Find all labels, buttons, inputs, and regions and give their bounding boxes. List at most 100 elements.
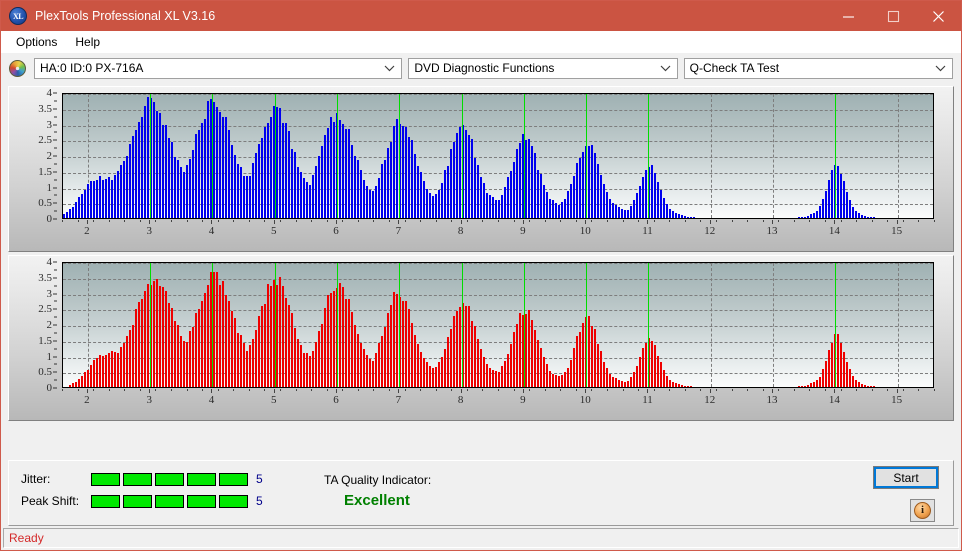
x-axis-minor-tick: [731, 220, 733, 222]
chart-bar: [267, 122, 269, 218]
y-axis-minor-tick: [54, 300, 57, 302]
chart-bar: [615, 205, 617, 218]
chart-bar: [411, 139, 413, 218]
chart-bar: [72, 206, 74, 218]
y-axis-minor-tick: [54, 179, 57, 181]
chart-bar: [189, 158, 191, 218]
function-select[interactable]: DVD Diagnostic Functions: [408, 57, 678, 79]
x-axis-minor-tick: [560, 220, 562, 222]
chart-bar: [801, 386, 803, 387]
chart-bar: [501, 365, 503, 387]
x-axis-minor-tick: [311, 389, 313, 391]
y-axis-tick-label: 3: [46, 118, 53, 131]
x-axis-tick-label: 15: [891, 225, 903, 237]
chart-bar: [666, 203, 668, 218]
chart-bar: [672, 211, 674, 218]
y-axis-minor-tick: [54, 124, 57, 125]
chart-bar: [816, 380, 818, 387]
chart-bar: [165, 124, 167, 218]
chart-bar: [822, 199, 824, 218]
x-axis-minor-tick: [171, 220, 172, 222]
y-axis-minor-tick: [54, 261, 57, 263]
chart-bar: [240, 335, 242, 387]
drive-select[interactable]: HA:0 ID:0 PX-716A: [34, 57, 403, 79]
chart-bar: [393, 126, 395, 218]
chart-bar: [480, 349, 482, 387]
chart-bar: [315, 341, 317, 387]
chart-bar: [420, 351, 422, 387]
chart-bar: [186, 342, 188, 387]
y-axis-minor-tick: [54, 171, 57, 173]
chart-bar: [657, 181, 659, 218]
chart-bar: [417, 343, 419, 387]
chart-bar: [69, 209, 71, 218]
chart-bar: [600, 174, 602, 218]
close-icon[interactable]: [916, 1, 961, 31]
y-axis-tick-label: 0.5: [38, 197, 52, 210]
chart-bar: [489, 368, 491, 387]
chart-bar: [540, 174, 542, 218]
chart-bar: [678, 214, 680, 218]
chart-bar: [606, 367, 608, 387]
meter-block: [155, 494, 184, 508]
chart-bar: [201, 300, 203, 387]
chart-bar: [465, 130, 467, 218]
chart-bar: [468, 305, 470, 387]
chart-bar: [138, 121, 140, 218]
chart-bar: [99, 354, 101, 387]
chart-bar: [858, 213, 860, 218]
chart-bar: [429, 365, 431, 387]
chart-bar: [207, 100, 209, 218]
y-axis-minor-tick: [54, 210, 57, 212]
chart-bar: [333, 290, 335, 387]
chart-bar: [642, 176, 644, 218]
chart-bar: [84, 372, 86, 387]
maximize-icon[interactable]: [871, 1, 916, 31]
chart-bar: [234, 154, 236, 218]
chart-bar: [297, 166, 299, 218]
chart-bar: [603, 184, 605, 218]
y-axis-minor-tick: [54, 324, 57, 326]
chart-bar: [171, 142, 173, 218]
test-select[interactable]: Q-Check TA Test: [683, 57, 953, 79]
x-axis-tick: [585, 389, 587, 393]
x-axis-tick-label: 10: [579, 394, 591, 406]
chart-bar: [525, 314, 527, 387]
chart-bar: [669, 208, 671, 218]
chart-bar: [390, 141, 392, 218]
x-axis-minor-tick: [575, 220, 577, 222]
chart-bar: [543, 356, 545, 387]
chart-bar: [174, 157, 176, 218]
menu-item-options[interactable]: Options: [7, 33, 66, 51]
minimize-icon[interactable]: [826, 1, 871, 31]
jitter-label: Jitter:: [21, 472, 51, 486]
chart-bar: [456, 310, 458, 387]
x-axis-minor-tick: [887, 389, 889, 391]
start-button[interactable]: Start: [873, 466, 939, 489]
chart-bar: [831, 343, 833, 387]
chart-bar: [180, 335, 182, 387]
status-text: Ready: [9, 531, 44, 545]
chart-bar: [153, 281, 155, 387]
chart-bar: [306, 182, 308, 218]
chart-bar: [474, 325, 476, 387]
chart-bar: [321, 324, 323, 387]
menu-item-help[interactable]: Help: [66, 33, 109, 51]
y-axis-tick-label: 0.5: [38, 366, 52, 379]
x-axis-tick: [896, 220, 898, 224]
ta-marker-line: [523, 263, 525, 387]
x-axis-tick-label: 5: [271, 225, 277, 237]
chart-bar: [345, 128, 347, 218]
meter-block: [187, 494, 216, 508]
chart-bar: [693, 217, 695, 218]
chart-bar: [147, 97, 149, 218]
y-axis-minor-tick: [54, 387, 57, 389]
info-button[interactable]: i: [910, 499, 935, 522]
chart-bar: [534, 152, 536, 218]
chart-bar: [837, 334, 839, 387]
x-axis-minor-tick: [544, 389, 546, 391]
y-axis-minor-tick: [54, 116, 57, 118]
chart-bar: [465, 306, 467, 387]
x-axis-minor-tick: [607, 220, 608, 222]
x-axis-minor-tick: [124, 389, 126, 391]
